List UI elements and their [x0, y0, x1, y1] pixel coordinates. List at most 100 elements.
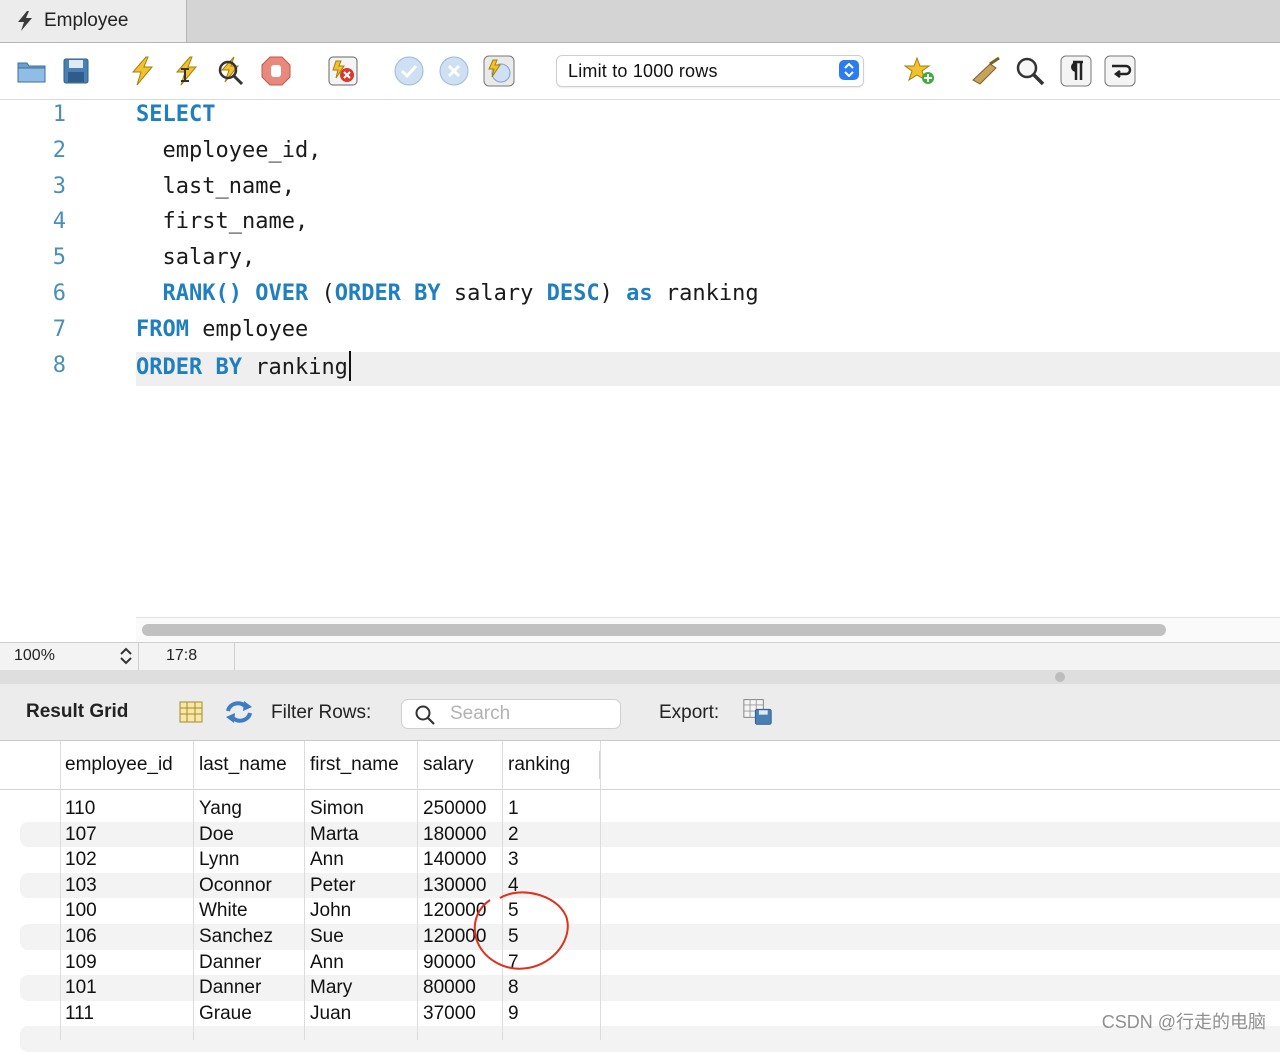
open-folder-icon[interactable]	[16, 55, 48, 87]
cell-ranking[interactable]: 2	[503, 822, 600, 848]
beautify-brush-icon[interactable]	[970, 55, 1002, 87]
text-caret	[348, 350, 351, 381]
stop-hand-icon[interactable]	[260, 55, 292, 87]
table-row[interactable]: 102 Lynn Ann 140000 3	[20, 847, 1280, 873]
cell-employee-id[interactable]: 107	[60, 822, 194, 848]
execute-current-lightning-icon[interactable]	[170, 55, 202, 87]
tab-employee[interactable]: Employee	[0, 0, 187, 42]
table-row[interactable]: 110 Yang Simon 250000 1	[20, 796, 1280, 822]
column-header-last-name[interactable]: last_name	[194, 751, 305, 779]
filter-search-box[interactable]	[401, 699, 621, 729]
cell-salary[interactable]: 180000	[418, 822, 503, 848]
table-row[interactable]: 101 Danner Mary 80000 8	[20, 975, 1280, 1001]
scrollbar-thumb[interactable]	[142, 624, 1166, 636]
cell-ranking[interactable]: 7	[503, 950, 600, 976]
cell-first-name[interactable]: Marta	[305, 822, 418, 848]
cell-employee-id[interactable]: 110	[60, 796, 194, 822]
autocommit-toggle-icon[interactable]	[483, 55, 515, 87]
watermark: CSDN @行走的电脑	[1101, 1012, 1266, 1032]
cell-last-name[interactable]: Danner	[194, 950, 305, 976]
zoom-control[interactable]: 100%	[0, 643, 139, 670]
cell-first-name[interactable]: Ann	[305, 847, 418, 873]
cell-employee-id[interactable]: 106	[60, 924, 194, 950]
result-grid[interactable]: employee_id last_name first_name salary rank…	[0, 741, 1280, 1052]
column-divider	[417, 741, 418, 1040]
cell-last-name[interactable]: Oconnor	[194, 873, 305, 899]
grid-columns-icon[interactable]	[176, 697, 206, 727]
cell-salary[interactable]: 90000	[418, 950, 503, 976]
rollback-cancel-icon[interactable]	[438, 55, 470, 87]
cell-salary[interactable]: 130000	[418, 873, 503, 899]
cell-last-name[interactable]: Doe	[194, 822, 305, 848]
cell-last-name[interactable]: Lynn	[194, 847, 305, 873]
cell-last-name[interactable]: Graue	[194, 1001, 305, 1027]
cell-ranking[interactable]: 3	[503, 847, 600, 873]
cell-ranking[interactable]: 4	[503, 873, 600, 899]
tab-strip: Employee	[0, 0, 1280, 43]
cell-salary[interactable]: 37000	[418, 1001, 503, 1027]
column-header-salary[interactable]: salary	[418, 751, 503, 779]
cell-ranking[interactable]: 9	[503, 1001, 600, 1027]
cell-last-name[interactable]: Danner	[194, 975, 305, 1001]
cell-salary[interactable]: 250000	[418, 796, 503, 822]
cell-first-name[interactable]: Mary	[305, 975, 418, 1001]
cell-salary[interactable]: 120000	[418, 924, 503, 950]
refresh-icon[interactable]	[224, 697, 254, 727]
result-grid-title: Result Grid	[26, 701, 129, 722]
cell-last-name[interactable]: White	[194, 898, 305, 924]
cell-first-name[interactable]: Simon	[305, 796, 418, 822]
table-row[interactable]: 107 Doe Marta 180000 2	[20, 821, 1280, 848]
cell-employee-id[interactable]: 103	[60, 873, 194, 899]
table-row[interactable]: 109 Danner Ann 90000 7	[20, 950, 1280, 976]
editor-horizontal-scrollbar[interactable]	[136, 617, 1280, 642]
word-wrap-icon[interactable]	[1104, 55, 1136, 87]
toggle-error-stop-icon[interactable]	[327, 55, 359, 87]
cell-employee-id[interactable]: 100	[60, 898, 194, 924]
cursor-position-value: 17:8	[166, 647, 198, 664]
cell-first-name[interactable]: Ann	[305, 950, 418, 976]
find-magnifier-icon[interactable]	[1014, 55, 1046, 87]
execute-lightning-icon[interactable]	[126, 55, 158, 87]
cell-employee-id[interactable]: 109	[60, 950, 194, 976]
table-row[interactable]: 100 White John 120000 5	[20, 898, 1280, 924]
cell-salary[interactable]: 120000	[418, 898, 503, 924]
cell-first-name[interactable]: Peter	[305, 873, 418, 899]
cell-employee-id[interactable]: 102	[60, 847, 194, 873]
cell-first-name[interactable]: Sue	[305, 924, 418, 950]
limit-rows-value: Limit to 1000 rows	[568, 61, 718, 81]
cell-last-name[interactable]: Sanchez	[194, 924, 305, 950]
table-row[interactable]: 111 Graue Juan 37000 9	[20, 1001, 1280, 1027]
cell-ranking[interactable]: 8	[503, 975, 600, 1001]
export-grid-icon[interactable]	[743, 697, 773, 727]
cell-employee-id[interactable]: 101	[60, 975, 194, 1001]
splitter-handle[interactable]	[1055, 672, 1065, 682]
cell-last-name[interactable]: Yang	[194, 796, 305, 822]
sql-keyword: ORDER BY	[136, 354, 242, 380]
table-row[interactable]: 103 Oconnor Peter 130000 4	[20, 872, 1280, 899]
explain-magnifier-icon[interactable]	[214, 55, 246, 87]
cell-salary[interactable]: 80000	[418, 975, 503, 1001]
column-header-ranking[interactable]: ranking	[503, 751, 600, 779]
cell-first-name[interactable]: Juan	[305, 1001, 418, 1027]
cell-first-name[interactable]: John	[305, 898, 418, 924]
cell-salary[interactable]: 140000	[418, 847, 503, 873]
column-header-first-name[interactable]: first_name	[305, 751, 418, 779]
sql-text: )	[599, 281, 627, 306]
limit-rows-select[interactable]: Limit to 1000 rows	[556, 55, 864, 87]
chevron-updown-icon[interactable]	[118, 646, 134, 666]
column-divider	[502, 741, 503, 1040]
panel-splitter[interactable]	[0, 670, 1280, 684]
cell-ranking[interactable]: 5	[503, 924, 600, 950]
cell-ranking[interactable]: 1	[503, 796, 600, 822]
table-row[interactable]: 106 Sanchez Sue 120000 5	[20, 924, 1280, 950]
invisible-chars-pilcrow-icon[interactable]	[1060, 55, 1092, 87]
save-disk-icon[interactable]	[60, 55, 92, 87]
search-input[interactable]	[448, 702, 612, 726]
sql-keyword: SELECT	[136, 102, 216, 127]
cell-ranking[interactable]: 5	[503, 898, 600, 924]
sql-editor[interactable]: 12345678 SELECT employee_id, last_name, …	[0, 100, 1280, 616]
column-header-employee-id[interactable]: employee_id	[60, 751, 194, 779]
cell-employee-id[interactable]: 111	[60, 1001, 194, 1027]
commit-check-icon[interactable]	[393, 55, 425, 87]
add-snippet-star-icon[interactable]	[904, 55, 936, 87]
